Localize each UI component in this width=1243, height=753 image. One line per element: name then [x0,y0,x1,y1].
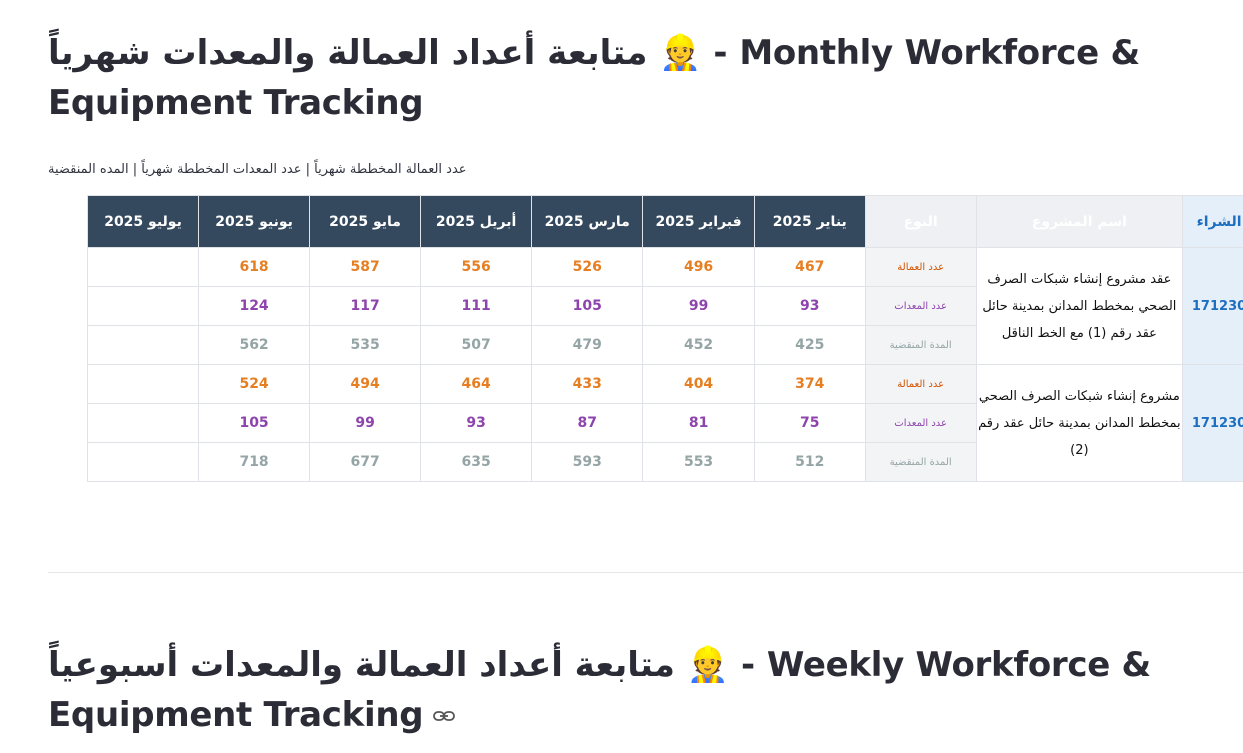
elapsed-value-cell: 718 [198,442,311,482]
elapsed-value-cell: 553 [642,442,755,482]
column-header-month[interactable]: أبريل 2025 [420,195,533,248]
weekly-section-title: متابعة أعداد العمالة والمعدات أسبوعياً 👷… [48,640,1228,740]
labor-value-cell: 433 [531,364,644,404]
po-number-cell[interactable]: 171230101 [1182,247,1243,365]
elapsed-value-cell: 535 [309,325,422,365]
labor-value-cell [86,247,200,287]
labor-value-cell: 464 [420,364,533,404]
elapsed-value-cell: 512 [753,442,866,482]
labor-value-cell: 467 [753,247,866,287]
column-header-month[interactable]: فبراير 2025 [642,195,755,248]
type-label-equipment: عدد المعدات [864,286,977,326]
equipment-value-cell: 124 [198,286,311,326]
labor-value-cell [86,364,200,404]
column-header-month[interactable]: يناير 2025 [753,195,866,248]
column-header-month[interactable]: مايو 2025 [309,195,422,248]
equipment-value-cell [86,286,200,326]
elapsed-value-cell [86,325,200,365]
equipment-value-cell: 105 [531,286,644,326]
po-number-cell[interactable]: 171230142 [1182,364,1243,482]
labor-value-cell: 526 [531,247,644,287]
equipment-value-cell: 105 [198,403,311,443]
equipment-value-cell: 117 [309,286,422,326]
elapsed-value-cell [86,442,200,482]
labor-value-cell: 524 [198,364,311,404]
column-header-month[interactable]: مارس 2025 [531,195,644,248]
monthly-section-title: متابعة أعداد العمالة والمعدات شهرياً 👷 -… [48,33,1140,123]
type-label-labor: عدد العمالة [864,364,977,404]
project-name-cell: عقد مشروع إنشاء شبكات الصرف الصحي بمخطط … [975,247,1184,365]
type-label-labor: عدد العمالة [864,247,977,287]
equipment-value-cell: 87 [531,403,644,443]
equipment-value-cell: 81 [642,403,755,443]
elapsed-value-cell: 507 [420,325,533,365]
labor-value-cell: 587 [309,247,422,287]
type-label-elapsed: المدة المنقضية [864,325,977,365]
table-row: 171230101 عقد مشروع إنشاء شبكات الصرف ال… [86,247,1243,365]
labor-value-cell: 618 [198,247,311,287]
labor-value-cell: 494 [309,364,422,404]
labor-value-cell: 496 [642,247,755,287]
elapsed-value-cell: 635 [420,442,533,482]
equipment-value-cell: 93 [420,403,533,443]
labor-value-cell: 556 [420,247,533,287]
table-caption: عدد العمالة المخططة شهرياً | عدد المعدات… [48,162,467,177]
column-header-type[interactable]: النوع [864,195,977,248]
type-label-equipment: عدد المعدات [864,403,977,443]
equipment-value-cell: 75 [753,403,866,443]
link-icon[interactable] [433,710,456,722]
equipment-value-cell: 99 [642,286,755,326]
equipment-value-cell [86,403,200,443]
weekly-title-text: متابعة أعداد العمالة والمعدات أسبوعياً 👷… [48,645,1151,735]
equipment-value-cell: 111 [420,286,533,326]
column-header-project[interactable]: اسم المشروع [975,195,1184,248]
labor-value-cell: 404 [642,364,755,404]
column-header-month[interactable]: يوليو 2025 [86,195,200,248]
type-label-elapsed: المدة المنقضية [864,442,977,482]
monthly-tracking-table: أمر الشراء اسم المشروع النوع يناير 2025 … [86,195,1243,482]
elapsed-value-cell: 425 [753,325,866,365]
equipment-value-cell: 93 [753,286,866,326]
table-row: 171230142 مشروع إنشاء شبكات الصرف الصحي … [86,364,1243,482]
elapsed-value-cell: 593 [531,442,644,482]
project-name-cell: مشروع إنشاء شبكات الصرف الصحي بمخطط المد… [975,364,1184,482]
elapsed-value-cell: 479 [531,325,644,365]
elapsed-value-cell: 677 [309,442,422,482]
column-header-month[interactable]: يونيو 2025 [198,195,311,248]
equipment-value-cell: 99 [309,403,422,443]
section-divider [48,572,1243,573]
elapsed-value-cell: 562 [198,325,311,365]
labor-value-cell: 374 [753,364,866,404]
monthly-table-container[interactable]: أمر الشراء اسم المشروع النوع يناير 2025 … [47,195,1243,485]
column-header-po[interactable]: أمر الشراء [1182,195,1243,248]
elapsed-value-cell: 452 [642,325,755,365]
